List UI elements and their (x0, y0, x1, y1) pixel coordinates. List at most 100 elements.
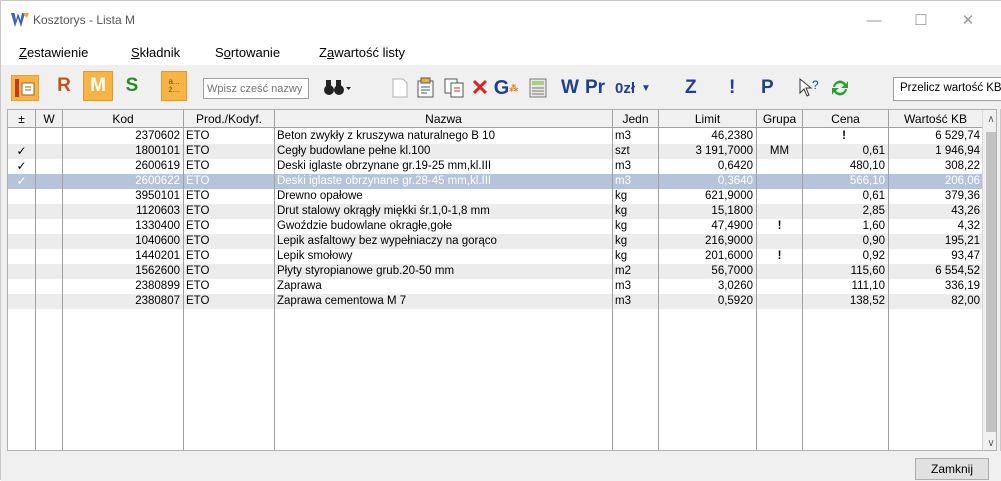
row-grupa-cell (757, 189, 802, 204)
table-row[interactable]: ✓ 2600622 ETO Deski iglaste obrzynane gr.28… (8, 174, 982, 189)
row-jedn-cell: kg (615, 220, 628, 232)
row-nazwa-cell: Lepik asfaltowy bez wypełniaczy na gorąc… (277, 235, 497, 247)
menu-zawartosc-listy[interactable]: Zawartość listy (319, 45, 405, 60)
table-row[interactable]: 1120603 ETO Drut stalowy okrągły miękki śr… (8, 204, 982, 219)
menu-sortowanie-label: rtowanie (230, 45, 281, 60)
scroll-up-icon[interactable]: ∧ (983, 110, 996, 128)
search-input[interactable] (203, 78, 309, 99)
row-limit-cell: 56,7000 (711, 265, 753, 277)
properties-icon[interactable] (413, 75, 439, 101)
row-jedn-cell: m3 (615, 295, 631, 307)
row-w-cell (36, 264, 62, 279)
row-grupa-cell: ! (777, 220, 782, 232)
table-row[interactable]: ✓ 2600619 ETO Deski iglaste obrzynane gr.19… (8, 159, 982, 174)
row-jedn-cell: m2 (615, 265, 631, 277)
table-row[interactable]: 2370602 ETO Beton zwykły z kruszywa natura… (8, 129, 982, 144)
header-grupa[interactable]: Grupa (757, 110, 803, 128)
table-row[interactable]: 2380899 ETO Zaprawa m3 3,0260 111,10 336,19 (8, 279, 982, 294)
header-plus-minus[interactable]: ± (8, 110, 36, 128)
header-kod[interactable]: Kod (63, 110, 184, 128)
column-divider (35, 128, 36, 450)
filter-w-button[interactable]: W (561, 75, 579, 101)
minimize-button[interactable]: — (851, 7, 897, 33)
row-nazwa-cell: Płyty styropianowe grub.20-50 mm (277, 265, 455, 277)
header-jedn[interactable]: Jedn (613, 110, 659, 128)
menu-zestawienie[interactable]: Zestawienie (19, 45, 88, 60)
recalculate-value-button[interactable]: Przelicz wartość KB (893, 77, 1001, 101)
menu-sortowanie[interactable]: Sortowanie (215, 45, 280, 60)
row-wartosc-cell: 195,21 (944, 235, 980, 247)
table-row[interactable]: 2380807 ETO Zaprawa cementowa M 7 m3 0,5920 1… (8, 294, 982, 309)
close-button[interactable]: Zamknij (915, 458, 989, 480)
filter-zero-price-button[interactable]: 0zł ▼ (615, 75, 651, 101)
vertical-scrollbar[interactable]: ∧ ∨ (982, 110, 996, 450)
calculator-icon[interactable] (525, 75, 551, 101)
row-limit-cell: 621,9000 (705, 190, 753, 202)
filter-r-button[interactable]: R (51, 71, 77, 101)
filter-p-button[interactable]: P (761, 75, 774, 101)
group-g-icon[interactable]: G ⁂ (493, 75, 519, 101)
table-row[interactable]: ✓ 1800101 ETO Cegły budowlane pełne kl.100 s… (8, 144, 982, 159)
filter-m-button[interactable]: M (83, 71, 113, 101)
row-cena-cell: 2,85 (862, 205, 885, 217)
row-wartosc-cell: 6 554,52 (935, 265, 980, 277)
row-kod-cell: 2380807 (135, 295, 180, 307)
scroll-down-icon[interactable]: ∨ (983, 434, 996, 450)
table-row[interactable]: 1040600 ETO Lepik asfaltowy bez wypełniacz… (8, 234, 982, 249)
row-jedn-cell: m3 (615, 160, 631, 172)
table-header: ± W Kod Prod./Kodyf. Nazwa Jedn Limit Gr… (8, 110, 996, 128)
header-prod-kodyf[interactable]: Prod./Kodyf. (184, 110, 275, 128)
filter-excl-button[interactable]: ! (729, 75, 735, 101)
row-jedn-cell: kg (615, 190, 628, 202)
column-divider (888, 128, 889, 450)
sort-order-icon[interactable] (11, 75, 39, 101)
row-wartosc-cell: 93,47 (951, 250, 980, 262)
header-limit[interactable]: Limit (659, 110, 757, 128)
table-row[interactable]: 1440201 ETO Lepik smołowy kg 201,6000! 0,92 93… (8, 249, 982, 264)
header-cena[interactable]: Cena (803, 110, 889, 128)
column-divider (62, 128, 63, 450)
binoculars-icon[interactable] (321, 75, 355, 101)
filter-pr-button[interactable]: Pr (585, 75, 605, 101)
row-w-cell (36, 129, 62, 144)
row-cena-cell: 115,60 (850, 265, 885, 277)
row-check-cell: ✓ (16, 174, 27, 188)
new-document-icon[interactable] (387, 75, 413, 101)
delete-icon[interactable]: ✕ (467, 75, 493, 101)
menu-sortowanie-accel: o (223, 45, 231, 60)
row-grupa-cell (757, 159, 802, 174)
filter-z-button[interactable]: Z (685, 75, 697, 101)
close-window-button[interactable]: ✕ (945, 7, 991, 33)
header-wartosc-kb[interactable]: Wartość KB (889, 110, 982, 128)
maximize-button[interactable]: ☐ (898, 7, 944, 33)
row-limit-cell: 0,3640 (717, 175, 753, 187)
row-wartosc-cell: 1 946,94 (935, 145, 980, 157)
row-nazwa-cell: Drewno opałowe (277, 190, 363, 202)
row-check-cell (8, 279, 35, 294)
row-prod-cell: ETO (186, 235, 210, 247)
menu-skladnik[interactable]: Składnik (131, 45, 180, 60)
row-kod-cell: 2600619 (135, 160, 180, 172)
row-check-cell: ✓ (16, 144, 27, 158)
table-row[interactable]: 1330400 ETO Gwoździe budowlane okragłe,goł… (8, 219, 982, 234)
app-logo-icon (11, 13, 29, 27)
column-divider (802, 128, 803, 450)
column-divider (612, 128, 613, 450)
header-nazwa[interactable]: Nazwa (275, 110, 613, 128)
header-w[interactable]: W (36, 110, 63, 128)
scrollbar-thumb[interactable] (986, 132, 996, 432)
row-wartosc-cell: 379,36 (944, 190, 980, 202)
copy-icon[interactable] (441, 75, 467, 101)
row-wartosc-cell: 206,06 (944, 175, 980, 187)
menu-sortowanie-pre: S (215, 45, 224, 60)
filter-zero-price-label: 0zł (615, 79, 636, 97)
table-row[interactable]: 3950101 ETO Drewno opałowe kg 621,9000 0,61 37… (8, 189, 982, 204)
row-grupa-cell (757, 174, 802, 189)
refresh-icon[interactable] (827, 75, 853, 101)
row-jedn-cell: m3 (615, 280, 631, 292)
filter-s-button[interactable]: S (119, 71, 145, 101)
alphabetical-sort-button[interactable]: a... ż... (161, 71, 187, 101)
table-row[interactable]: 1562600 ETO Płyty styropianowe grub.20-50 … (8, 264, 982, 279)
help-pointer-icon[interactable]: ? (797, 75, 823, 101)
row-nazwa-cell: Zaprawa cementowa M 7 (277, 295, 407, 307)
